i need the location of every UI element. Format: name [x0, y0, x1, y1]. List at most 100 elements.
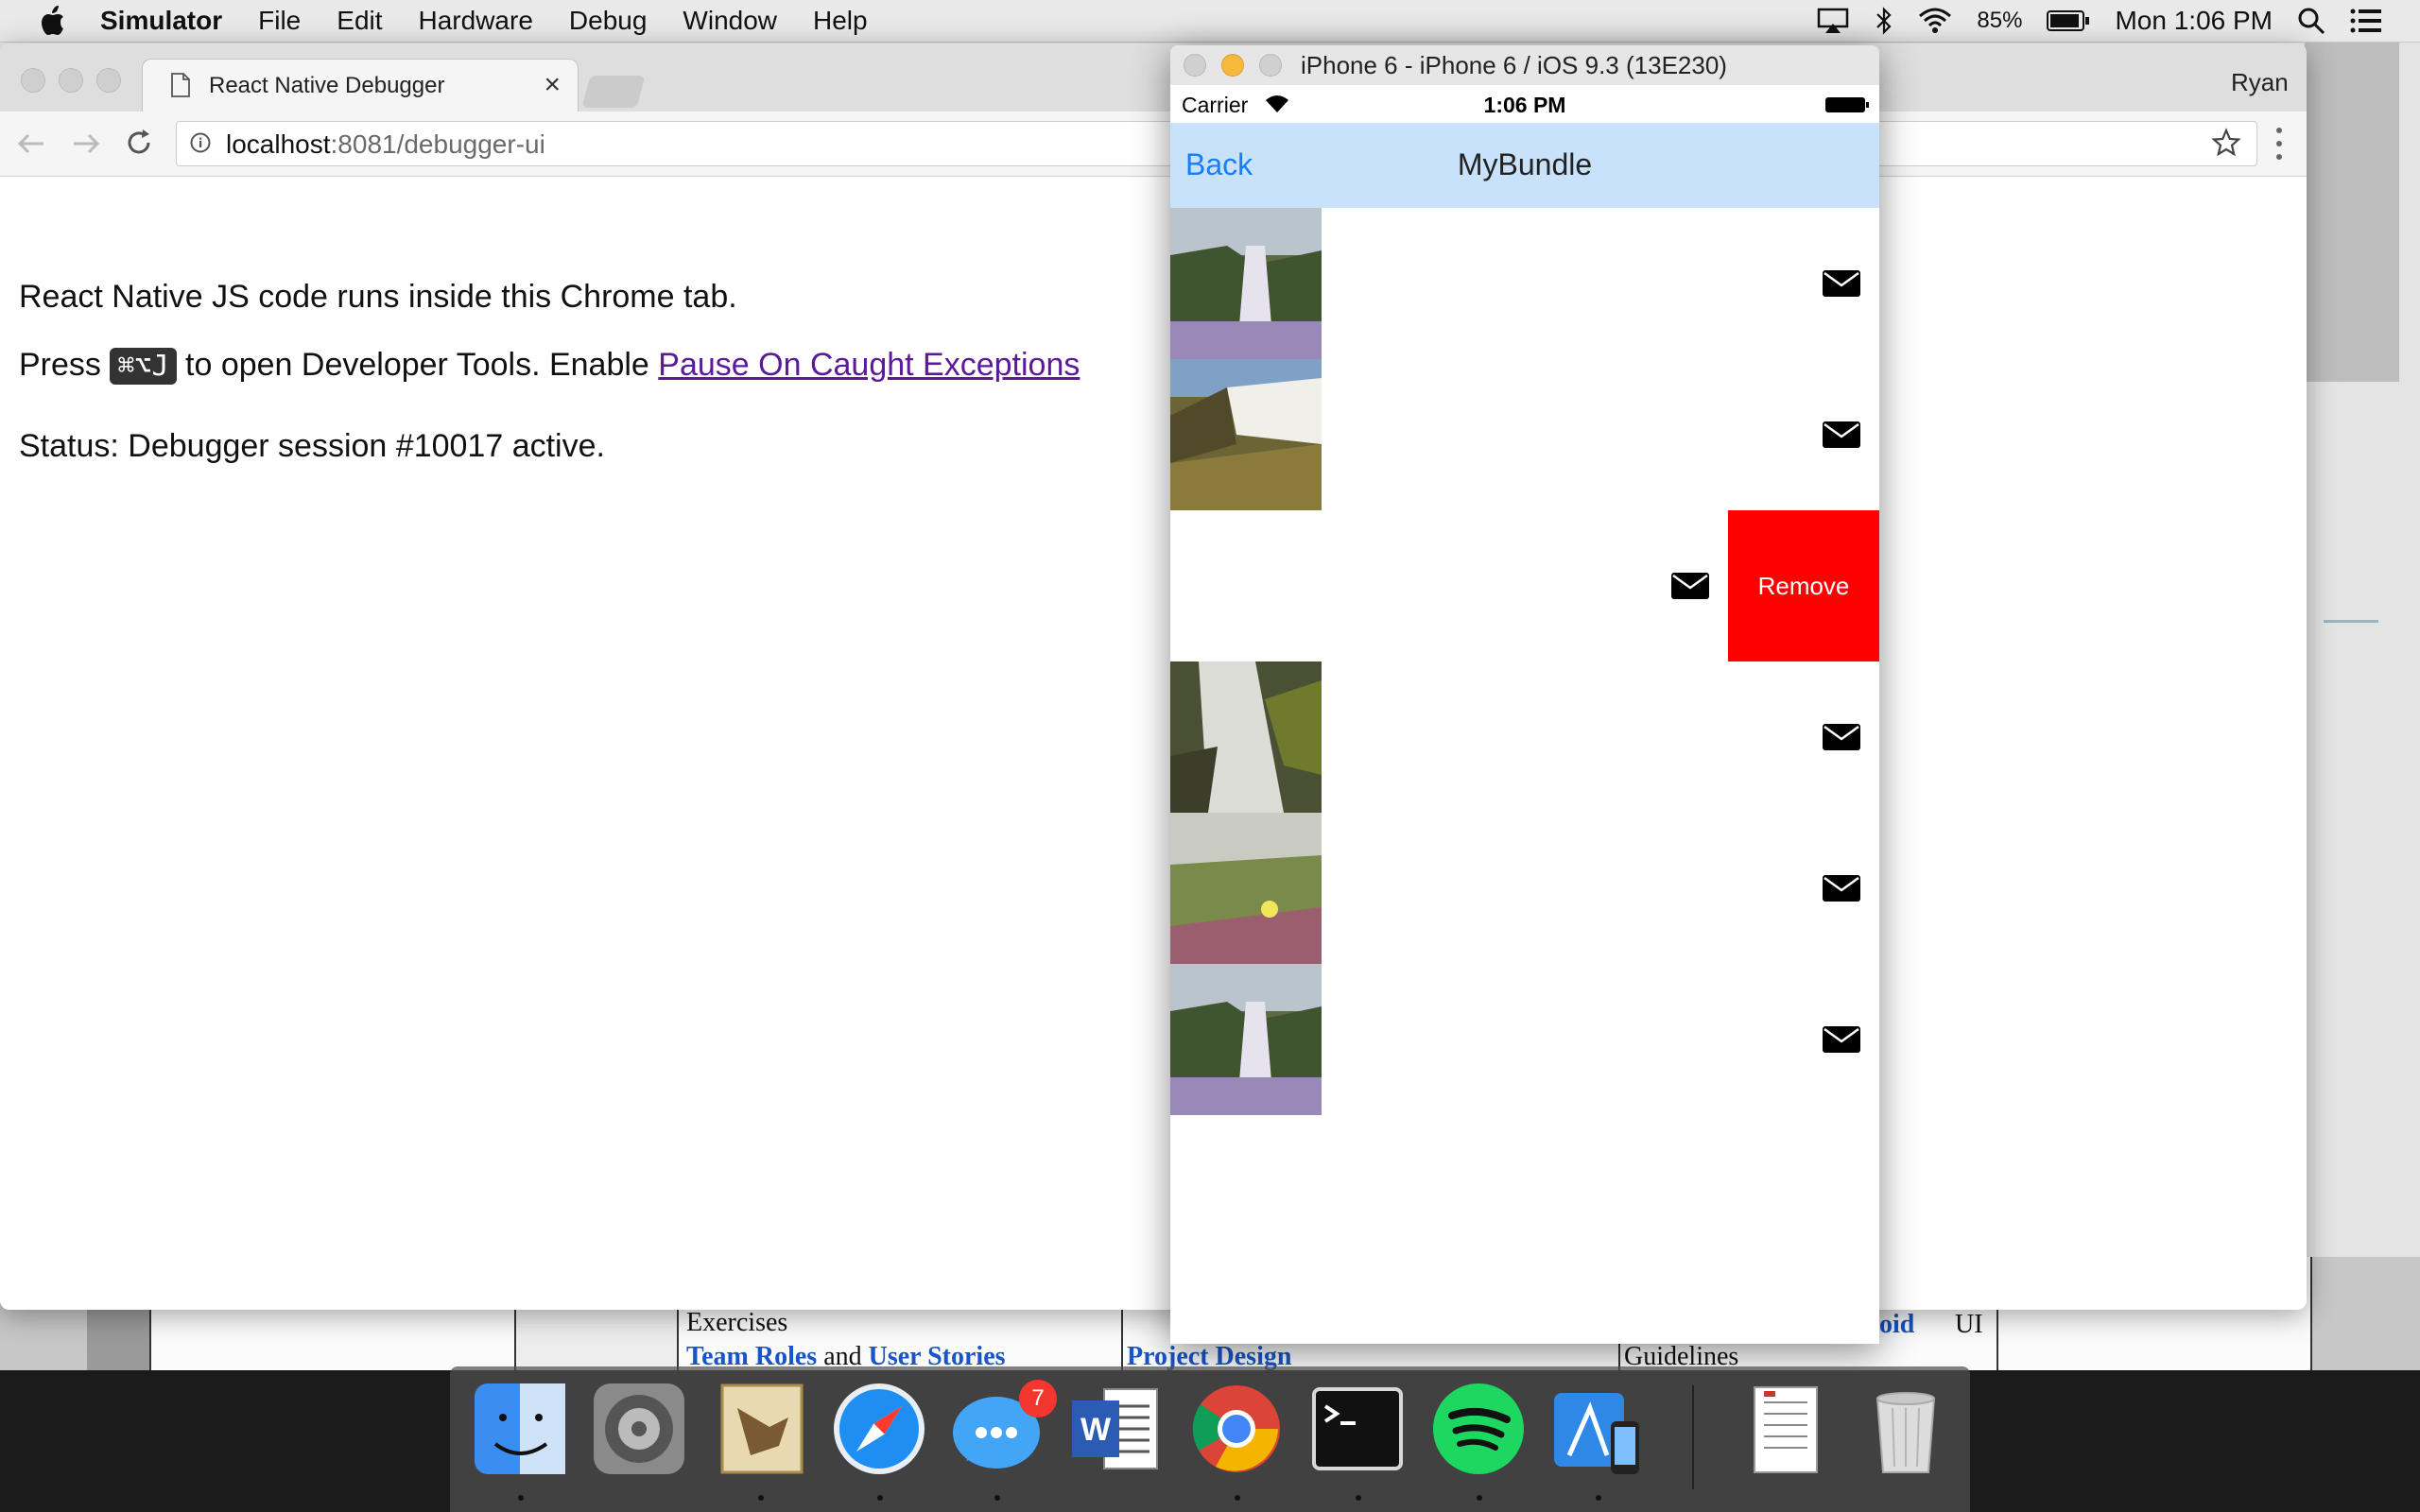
ios-battery-icon	[1825, 97, 1869, 112]
ios-status-bar: Carrier 1:06 PM	[1170, 85, 1879, 123]
mail-icon[interactable]	[1823, 1026, 1860, 1053]
sim-minimize-icon[interactable]	[1221, 54, 1244, 77]
ios-time: 1:06 PM	[1483, 93, 1566, 117]
devtools-instruction: Press ⌘⌥J to open Developer Tools. Enabl…	[19, 347, 1080, 385]
mail-app-icon[interactable]	[713, 1380, 811, 1478]
menubar-clock[interactable]: Mon 1:06 PM	[2115, 6, 2273, 36]
word-icon[interactable]: W	[1066, 1380, 1165, 1478]
running-indicator	[518, 1495, 524, 1501]
page-icon	[171, 73, 190, 97]
profile-button[interactable]: Ryan	[2231, 68, 2307, 97]
reload-icon[interactable]	[125, 129, 153, 157]
instruction-middle: to open Developer Tools. Enable	[185, 347, 649, 383]
background-window	[2305, 42, 2420, 1370]
running-indicator	[1477, 1495, 1482, 1501]
doc-android-link[interactable]: oid	[1879, 1310, 1914, 1340]
menu-hardware[interactable]: Hardware	[419, 6, 533, 36]
window-close-icon[interactable]	[21, 68, 45, 93]
running-indicator	[1596, 1495, 1601, 1501]
running-indicator	[758, 1495, 764, 1501]
finder-icon[interactable]	[471, 1380, 569, 1478]
nav-title: MyBundle	[1457, 147, 1593, 181]
back-arrow-icon[interactable]	[17, 132, 45, 155]
list-item[interactable]	[1170, 208, 1879, 359]
running-indicator	[1235, 1495, 1240, 1501]
page-content: React Native JS code runs inside this Ch…	[0, 177, 2307, 1310]
mail-icon[interactable]	[1823, 270, 1860, 297]
apple-menu-icon[interactable]	[38, 5, 66, 37]
mail-icon[interactable]	[1823, 421, 1860, 448]
site-info-icon[interactable]	[190, 132, 211, 153]
preview-document-icon[interactable]	[1736, 1380, 1834, 1478]
list-item[interactable]	[1170, 359, 1879, 510]
new-tab-button[interactable]	[581, 76, 646, 108]
forward-arrow-icon[interactable]	[72, 132, 100, 155]
wifi-icon[interactable]	[1918, 7, 1952, 35]
menu-debug[interactable]: Debug	[569, 6, 648, 36]
system-preferences-icon[interactable]	[590, 1380, 688, 1478]
menu-edit[interactable]: Edit	[337, 6, 382, 36]
url-path: :8081/debugger-ui	[330, 129, 545, 159]
simulator-window: iPhone 6 - iPhone 6 / iOS 9.3 (13E230) C…	[1170, 45, 1879, 1344]
tab-close-icon[interactable]: ×	[544, 69, 561, 101]
sim-close-icon[interactable]	[1184, 54, 1206, 77]
messages-badge: 7	[1019, 1380, 1057, 1418]
battery-icon[interactable]	[2047, 7, 2090, 35]
spotify-icon[interactable]	[1429, 1380, 1528, 1478]
safari-icon[interactable]	[830, 1380, 928, 1478]
running-indicator	[994, 1495, 1000, 1501]
menu-app-simulator[interactable]: Simulator	[100, 6, 222, 36]
intro-text: React Native JS code runs inside this Ch…	[19, 279, 737, 315]
menu-bar: Simulator File Edit Hardware Debug Windo…	[0, 0, 2420, 43]
doc-exercises: Exercises	[686, 1308, 788, 1337]
window-zoom-icon[interactable]	[96, 68, 121, 93]
notification-center-icon[interactable]	[2350, 7, 2382, 35]
doc-ui: UI	[1955, 1310, 1983, 1339]
ios-navigation-bar: Back MyBundle	[1170, 123, 1879, 208]
pause-on-caught-exceptions-link[interactable]: Pause On Caught Exceptions	[658, 347, 1080, 383]
airplay-icon[interactable]	[1816, 7, 1850, 35]
chrome-menu-icon[interactable]	[2274, 125, 2284, 163]
sim-zoom-icon[interactable]	[1259, 54, 1282, 77]
address-url[interactable]: localhost:8081/debugger-ui	[226, 129, 545, 160]
remove-button[interactable]: Remove	[1728, 510, 1879, 662]
list-item[interactable]	[1170, 813, 1879, 964]
terminal-icon[interactable]	[1308, 1380, 1407, 1478]
dock-separator	[1692, 1385, 1694, 1489]
battery-percent[interactable]: 85%	[1977, 8, 2022, 34]
running-indicator	[877, 1495, 883, 1501]
list-item[interactable]	[1170, 662, 1879, 813]
photo-cascade-thumbnail	[1170, 662, 1322, 813]
url-host: localhost	[226, 129, 331, 159]
list-item[interactable]	[1170, 964, 1879, 1115]
list-item-swiped[interactable]: Remove	[1170, 510, 1879, 662]
window-minimize-icon[interactable]	[59, 68, 83, 93]
tab-strip: React Native Debugger ×	[0, 43, 2307, 112]
tab-react-native-debugger[interactable]: React Native Debugger ×	[142, 59, 579, 112]
keyboard-shortcut: ⌘⌥J	[110, 348, 177, 385]
photo-river-thumbnail	[1170, 359, 1322, 510]
tab-title: React Native Debugger	[209, 73, 445, 98]
menu-help[interactable]: Help	[813, 6, 868, 36]
debugger-status: Status: Debugger session #10017 active.	[19, 428, 605, 464]
photo-waterfall-thumbnail	[1170, 208, 1322, 359]
bookmark-star-icon[interactable]	[2211, 128, 2241, 158]
trash-icon[interactable]	[1857, 1380, 1955, 1478]
spotlight-search-icon[interactable]	[2297, 7, 2325, 35]
chrome-icon[interactable]	[1187, 1380, 1286, 1478]
menu-file[interactable]: File	[258, 6, 301, 36]
mail-icon[interactable]	[1823, 875, 1860, 902]
bluetooth-icon[interactable]	[1875, 7, 1893, 35]
mail-icon[interactable]	[1671, 573, 1709, 599]
menu-window[interactable]: Window	[683, 6, 777, 36]
photo-flower-thumbnail	[1170, 813, 1322, 964]
simulator-titlebar: iPhone 6 - iPhone 6 / iOS 9.3 (13E230)	[1170, 45, 1879, 86]
simulator-title: iPhone 6 - iPhone 6 / iOS 9.3 (13E230)	[1301, 51, 1727, 79]
mail-icon[interactable]	[1823, 724, 1860, 750]
svg-text:W: W	[1080, 1412, 1112, 1448]
xcode-simulator-icon[interactable]	[1548, 1380, 1647, 1478]
dock: 7 W	[450, 1366, 1970, 1512]
photo-waterfall-thumbnail	[1170, 964, 1322, 1115]
chrome-window: React Native Debugger × localhost:8081/d…	[0, 43, 2307, 1310]
press-label: Press	[19, 347, 101, 383]
